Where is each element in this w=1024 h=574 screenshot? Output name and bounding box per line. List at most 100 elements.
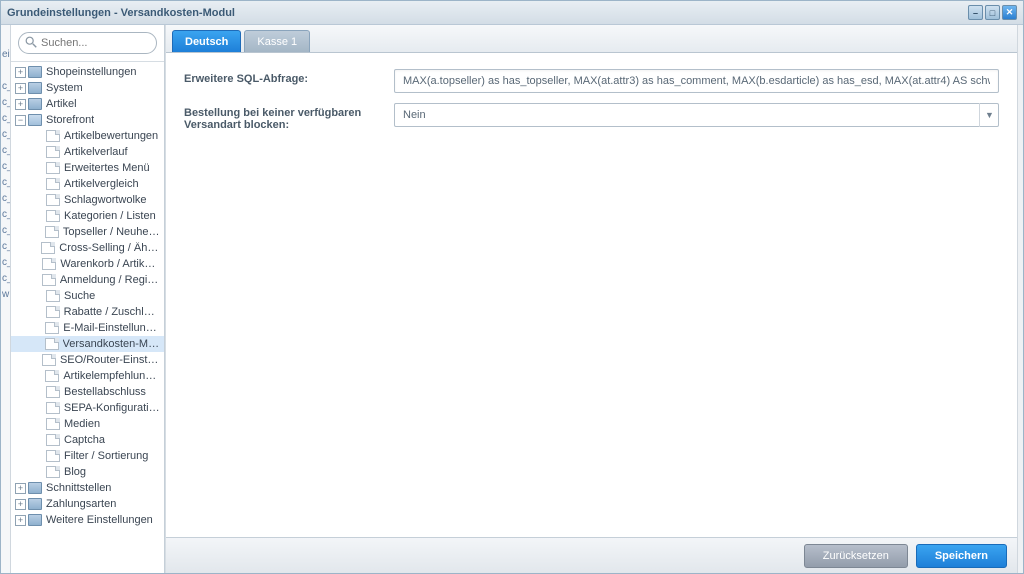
form-row-block: Bestellung bei keiner verfügbaren Versan… <box>184 103 999 131</box>
tree-item[interactable]: − Storefront <box>11 112 164 128</box>
window-maximize-button[interactable]: □ <box>985 5 1000 20</box>
tree-item[interactable]: Captcha <box>11 432 164 448</box>
page-icon <box>45 370 59 382</box>
tree-item[interactable]: Anmeldung / Registrierung <box>11 272 164 288</box>
tree-item[interactable]: + Zahlungsarten <box>11 496 164 512</box>
sidebar-search <box>18 32 157 54</box>
tree-item[interactable]: + Shopeinstellungen <box>11 64 164 80</box>
page-icon <box>46 146 60 158</box>
right-gutter <box>1017 25 1023 573</box>
tree-item-label: E-Mail-Einstellungen <box>63 322 160 334</box>
window-titlebar: Grundeinstellungen - Versandkosten-Modul… <box>1 1 1023 25</box>
bottom-toolbar: Zurücksetzen Speichern <box>166 537 1017 573</box>
tree-item[interactable]: Kategorien / Listen <box>11 208 164 224</box>
expand-icon[interactable]: + <box>15 515 26 526</box>
tree-item-label: SEO/Router-Einstellungen <box>60 354 160 366</box>
tree-item-label: Anmeldung / Registrierung <box>60 274 160 286</box>
tree-item-label: Suche <box>64 290 95 302</box>
search-icon <box>24 35 38 49</box>
tree-item-label: Medien <box>64 418 100 430</box>
tree-item-label: Artikelvergleich <box>64 178 139 190</box>
page-icon <box>46 210 60 222</box>
tree-item-label: Weitere Einstellungen <box>46 514 153 526</box>
page-icon <box>45 322 59 334</box>
tree-item[interactable]: Filter / Sortierung <box>11 448 164 464</box>
tree-item-label: Artikelbewertungen <box>64 130 158 142</box>
tree-item[interactable]: Warenkorb / Artikeldetails <box>11 256 164 272</box>
expand-icon[interactable]: + <box>15 99 26 110</box>
tree-item-label: Schlagwortwolke <box>64 194 147 206</box>
tree-item[interactable]: Schlagwortwolke <box>11 192 164 208</box>
collapse-icon[interactable]: − <box>15 115 26 126</box>
tree-item[interactable]: Suche <box>11 288 164 304</box>
page-icon <box>46 402 60 414</box>
folder-icon <box>28 514 42 526</box>
tree-item[interactable]: Medien <box>11 416 164 432</box>
chevron-down-icon: ▼ <box>979 103 999 127</box>
folder-icon <box>28 66 42 78</box>
tree-item[interactable]: E-Mail-Einstellungen <box>11 320 164 336</box>
language-tabstrip: DeutschKasse 1 <box>166 25 1017 53</box>
tree-item-label: Filter / Sortierung <box>64 450 148 462</box>
tree-item[interactable]: + System <box>11 80 164 96</box>
page-icon <box>46 418 60 430</box>
tree-item-label: Artikelverlauf <box>64 146 128 158</box>
page-icon <box>46 178 60 190</box>
tree-item[interactable]: Artikelvergleich <box>11 176 164 192</box>
page-icon <box>46 162 60 174</box>
tree-item-label: Warenkorb / Artikeldetails <box>60 258 160 270</box>
window-title: Grundeinstellungen - Versandkosten-Modul <box>7 7 235 19</box>
tree-item[interactable]: Versandkosten-Modul <box>11 336 164 352</box>
tree-item-label: Erweitertes Menü <box>64 162 150 174</box>
tree-item[interactable]: SEO/Router-Einstellungen <box>11 352 164 368</box>
tree-item[interactable]: Artikelempfehlungen <box>11 368 164 384</box>
sql-input[interactable] <box>394 69 999 93</box>
tree-item[interactable]: Erweitertes Menü <box>11 160 164 176</box>
tree-item-label: Bestellabschluss <box>64 386 146 398</box>
tree-item-label: Shopeinstellungen <box>46 66 137 78</box>
tree-item[interactable]: Rabatte / Zuschläge <box>11 304 164 320</box>
tree-item[interactable]: Topseller / Neuheiten <box>11 224 164 240</box>
folder-icon <box>28 114 42 126</box>
tree-item[interactable]: + Weitere Einstellungen <box>11 512 164 528</box>
tree-item[interactable]: Cross-Selling / Ähnliche Art. <box>11 240 164 256</box>
tab-deutsch[interactable]: Deutsch <box>172 30 241 52</box>
expand-icon[interactable]: + <box>15 483 26 494</box>
tree-item[interactable]: SEPA-Konfiguration <box>11 400 164 416</box>
window-close-button[interactable]: ✕ <box>1002 5 1017 20</box>
block-select[interactable]: Nein ▼ <box>394 103 999 127</box>
tree-item-label: System <box>46 82 83 94</box>
reset-button[interactable]: Zurücksetzen <box>804 544 908 568</box>
tree-item-label: Kategorien / Listen <box>64 210 156 222</box>
block-select-value: Nein <box>394 103 999 127</box>
page-icon <box>42 274 56 286</box>
sql-label: Erweitere SQL-Abfrage: <box>184 69 394 85</box>
sidebar: + Shopeinstellungen + System +Artikel − Storef… <box>11 25 165 573</box>
tree-item-label: Zahlungsarten <box>46 498 116 510</box>
tree-item-label: Schnittstellen <box>46 482 111 494</box>
tree-item[interactable]: +Artikel <box>11 96 164 112</box>
expand-icon[interactable]: + <box>15 83 26 94</box>
main-panel: DeutschKasse 1 Erweitere SQL-Abfrage: Be… <box>165 25 1017 573</box>
settings-tree: + Shopeinstellungen + System +Artikel − Storef… <box>11 62 164 573</box>
tree-item-label: Storefront <box>46 114 94 126</box>
page-icon <box>41 242 55 254</box>
search-input[interactable] <box>18 32 157 54</box>
save-button[interactable]: Speichern <box>916 544 1007 568</box>
tree-item[interactable]: Artikelverlauf <box>11 144 164 160</box>
tab-kasse-1[interactable]: Kasse 1 <box>244 30 310 52</box>
form-row-sql: Erweitere SQL-Abfrage: <box>184 69 999 93</box>
tree-item-label: Captcha <box>64 434 105 446</box>
tree-item[interactable]: + Schnittstellen <box>11 480 164 496</box>
page-icon <box>46 466 60 478</box>
tree-item[interactable]: Artikelbewertungen <box>11 128 164 144</box>
expand-icon[interactable]: + <box>15 67 26 78</box>
folder-icon <box>28 498 42 510</box>
tree-item[interactable]: Bestellabschluss <box>11 384 164 400</box>
tree-item[interactable]: Blog <box>11 464 164 480</box>
folder-icon <box>28 82 42 94</box>
expand-icon[interactable]: + <box>15 499 26 510</box>
tree-item-label: Versandkosten-Modul <box>63 338 161 350</box>
window-minimize-button[interactable]: – <box>968 5 983 20</box>
page-icon <box>42 354 56 366</box>
